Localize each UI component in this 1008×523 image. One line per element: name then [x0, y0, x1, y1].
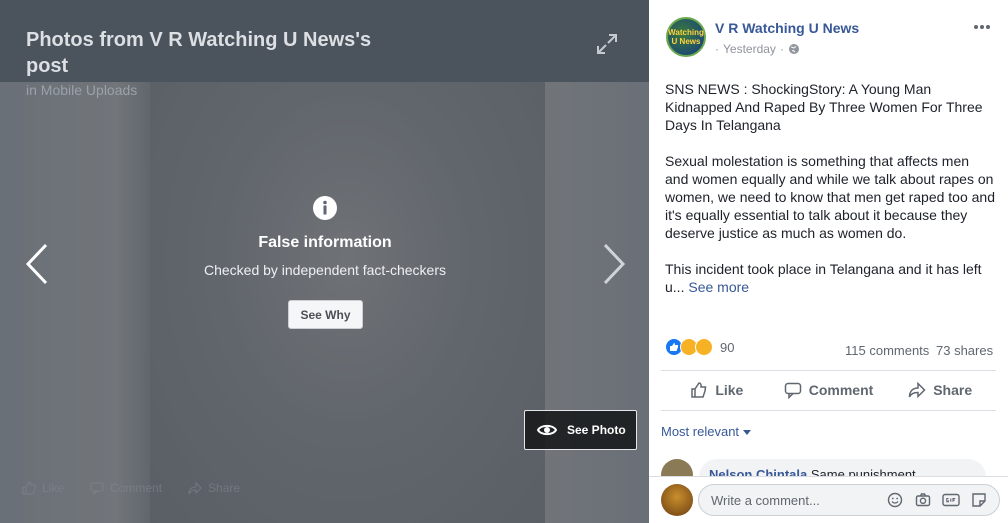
reactions-summary[interactable]: 90 [665, 338, 734, 356]
comment-sort-dropdown[interactable]: Most relevant [661, 424, 751, 439]
page-avatar[interactable]: Watching U News [666, 17, 706, 57]
fact-check-title: False information [258, 234, 392, 251]
meta-separator-2: · [779, 42, 784, 56]
gif-icon[interactable] [942, 491, 960, 509]
viewer-share-label: Share [208, 481, 241, 495]
post-action-bar: Like Comment Share [661, 371, 996, 409]
post-timestamp[interactable]: Yesterday [723, 42, 776, 56]
reaction-count: 90 [720, 339, 735, 355]
comment-tools [886, 491, 988, 509]
share-label: Share [933, 382, 973, 398]
avatar[interactable] [661, 484, 693, 516]
post-body: SNS NEWS : ShockingStory: A Young Man Ki… [665, 80, 995, 314]
viewer-comment-label: Comment [110, 481, 163, 495]
comment-sort-label: Most relevant [661, 424, 740, 439]
see-more-link[interactable]: See more [688, 279, 749, 295]
post-headline: SNS NEWS : ShockingStory: A Young Man Ki… [665, 81, 983, 133]
like-label: Like [715, 382, 744, 398]
see-photo-label: See Photo [567, 423, 626, 437]
comment-label: Comment [808, 382, 874, 398]
wow-reaction-icon [695, 338, 713, 356]
shares-count-link[interactable]: 73 shares [936, 343, 993, 358]
sticker-icon[interactable] [970, 491, 988, 509]
fact-check-subtitle: Checked by independent fact-checkers [203, 262, 447, 278]
chevron-right-icon[interactable] [601, 242, 627, 286]
comment-icon [90, 482, 104, 495]
viewer-title: Photos from V R Watching U News's post [26, 29, 372, 77]
comment-icon [784, 382, 801, 399]
photo-viewer: Photos from V R Watching U News's post i… [0, 0, 649, 523]
globe-icon [788, 44, 799, 54]
post-paragraph-2-wrap: This incident took place in Telangana an… [665, 260, 995, 296]
post-meta: · Yesterday · [715, 42, 800, 56]
comment-composer [649, 476, 1008, 523]
see-photo-button[interactable]: See Photo [524, 410, 637, 450]
like-button[interactable]: Like [661, 371, 773, 409]
share-button[interactable]: Share [884, 371, 996, 409]
post-paragraph-1: Sexual molestation is something that aff… [665, 153, 995, 241]
viewer-action-bar: Like Comment Share [22, 481, 240, 495]
share-icon [188, 481, 202, 495]
viewer-like-label: Like [42, 481, 65, 495]
false-information-overlay: False information Checked by independent… [175, 195, 475, 278]
page-avatar-text: Watching U News [668, 28, 704, 46]
viewer-album-link[interactable]: in Mobile Uploads [26, 82, 137, 98]
camera-icon[interactable] [914, 491, 932, 509]
share-icon [908, 381, 926, 399]
comments-count-link[interactable]: 115 comments [845, 343, 929, 358]
divider [661, 410, 996, 411]
chevron-left-icon[interactable] [24, 242, 50, 286]
eye-icon [537, 424, 557, 436]
caret-down-icon [742, 430, 751, 435]
info-icon [313, 196, 337, 220]
thumbs-up-icon [691, 382, 707, 398]
viewer-like-button[interactable]: Like [22, 481, 64, 495]
page-name-link[interactable]: V R Watching U News [715, 20, 859, 36]
meta-separator: · [715, 42, 719, 56]
emoji-icon[interactable] [886, 491, 904, 509]
more-icon[interactable] [972, 22, 992, 32]
see-why-button[interactable]: See Why [288, 300, 363, 329]
viewer-comment-button[interactable]: Comment [90, 481, 162, 495]
thumbs-up-icon [22, 481, 36, 495]
post-sidebar: Watching U News V R Watching U News · Ye… [649, 0, 1008, 523]
expand-icon[interactable] [595, 32, 619, 56]
comment-button[interactable]: Comment [773, 371, 885, 409]
viewer-share-button[interactable]: Share [188, 481, 240, 495]
